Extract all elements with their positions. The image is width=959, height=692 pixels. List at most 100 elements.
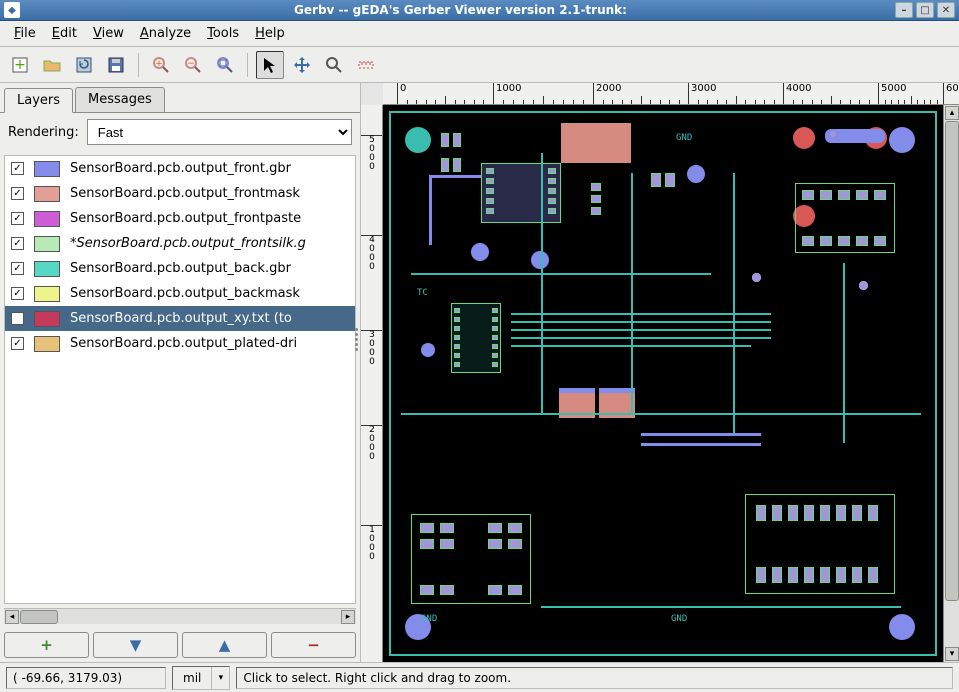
ruler-horizontal: 01000200030004000500060 xyxy=(383,83,959,105)
layer-color-swatch[interactable] xyxy=(34,211,60,227)
layer-color-swatch[interactable] xyxy=(34,261,60,277)
ruler-tick: 0 xyxy=(397,83,406,104)
panel-tabs: Layers Messages xyxy=(0,83,360,113)
window-title: Gerbv -- gEDA's Gerber Viewer version 2.… xyxy=(26,3,895,17)
scroll-right-icon[interactable]: ▸ xyxy=(341,610,355,624)
ruler-tick: 3000 xyxy=(361,330,382,367)
layerlist-hscroll[interactable]: ◂ ▸ xyxy=(4,608,356,624)
layer-visibility-checkbox[interactable] xyxy=(11,312,24,325)
toolbar: + + − xyxy=(0,47,959,83)
rendering-select[interactable]: Fast xyxy=(87,119,352,145)
layer-visibility-checkbox[interactable]: ✓ xyxy=(11,262,24,275)
layer-color-swatch[interactable] xyxy=(34,236,60,252)
zoom-fit-button[interactable] xyxy=(211,51,239,79)
ruler-tick: 5000 xyxy=(878,83,906,104)
ruler-tick: 4000 xyxy=(783,83,811,104)
unit-dropdown-icon[interactable]: ▾ xyxy=(211,667,229,689)
app-icon: ◆ xyxy=(4,2,20,18)
menu-analyze[interactable]: Analyze xyxy=(132,23,199,44)
layer-name: SensorBoard.pcb.output_front.gbr xyxy=(70,161,291,176)
add-layer-button[interactable]: + xyxy=(4,632,89,658)
unit-label: mil xyxy=(173,671,211,685)
menu-edit[interactable]: Edit xyxy=(44,23,85,44)
layer-name: SensorBoard.pcb.output_frontpaste xyxy=(70,211,301,226)
remove-layer-button[interactable]: − xyxy=(271,632,356,658)
ruler-tick: 4000 xyxy=(361,235,382,272)
canvas-vscroll[interactable]: ▴ ▾ xyxy=(943,105,959,662)
tab-layers[interactable]: Layers xyxy=(4,88,73,113)
open-button[interactable] xyxy=(38,51,66,79)
unit-selector[interactable]: mil ▾ xyxy=(172,666,230,690)
layer-row[interactable]: ✓ SensorBoard.pcb.output_back.gbr xyxy=(5,256,355,281)
maximize-button[interactable]: □ xyxy=(916,2,934,18)
scroll-up-icon[interactable]: ▴ xyxy=(945,106,959,120)
layer-row[interactable]: ✓ SensorBoard.pcb.output_plated-dri xyxy=(5,331,355,356)
layer-row[interactable]: ✓ SensorBoard.pcb.output_front.gbr xyxy=(5,156,355,181)
scroll-thumb[interactable] xyxy=(945,121,959,601)
layer-name: SensorBoard.pcb.output_backmask xyxy=(70,286,300,301)
layer-color-swatch[interactable] xyxy=(34,311,60,327)
move-layer-up-button[interactable]: ▲ xyxy=(182,632,267,658)
layer-visibility-checkbox[interactable]: ✓ xyxy=(11,337,24,350)
ruler-tick: 2000 xyxy=(361,425,382,462)
layer-color-swatch[interactable] xyxy=(34,161,60,177)
ruler-tick: 60 xyxy=(943,83,959,104)
status-hint: Click to select. Right click and drag to… xyxy=(236,667,953,689)
zoom-out-button[interactable]: − xyxy=(179,51,207,79)
ruler-tick: 1000 xyxy=(493,83,521,104)
ruler-tick: 1000 xyxy=(361,525,382,562)
layer-visibility-checkbox[interactable]: ✓ xyxy=(11,212,24,225)
status-bar: ( -69.66, 3179.03) mil ▾ Click to select… xyxy=(0,662,959,692)
layer-visibility-checkbox[interactable]: ✓ xyxy=(11,162,24,175)
pointer-tool-button[interactable] xyxy=(256,51,284,79)
pcb-canvas[interactable]: GND GND GND TC xyxy=(383,105,943,662)
layer-color-swatch[interactable] xyxy=(34,336,60,352)
layer-list[interactable]: ✓ SensorBoard.pcb.output_front.gbr ✓ Sensor… xyxy=(4,155,356,604)
silk-gnd: GND xyxy=(671,614,687,624)
layer-row[interactable]: ✓ SensorBoard.pcb.output_backmask xyxy=(5,281,355,306)
scroll-thumb[interactable] xyxy=(20,610,58,624)
zoom-in-button[interactable]: + xyxy=(147,51,175,79)
menu-file[interactable]: File xyxy=(6,23,44,44)
tab-messages[interactable]: Messages xyxy=(75,87,165,112)
toolbar-separator xyxy=(138,53,139,77)
ruler-vertical: 5000 4000 3000 2000 1000 xyxy=(361,105,383,662)
layer-name: SensorBoard.pcb.output_back.gbr xyxy=(70,261,291,276)
layer-color-swatch[interactable] xyxy=(34,286,60,302)
toolbar-separator xyxy=(247,53,248,77)
layer-row[interactable]: ✓*SensorBoard.pcb.output_frontsilk.g xyxy=(5,231,355,256)
close-button[interactable]: ✕ xyxy=(937,2,955,18)
layer-name: SensorBoard.pcb.output_xy.txt (to xyxy=(70,311,292,326)
menu-help[interactable]: Help xyxy=(247,23,293,44)
save-button[interactable] xyxy=(102,51,130,79)
layer-name: SensorBoard.pcb.output_plated-dri xyxy=(70,336,297,351)
layer-visibility-checkbox[interactable]: ✓ xyxy=(11,187,24,200)
layer-visibility-checkbox[interactable]: ✓ xyxy=(11,287,24,300)
svg-text:+: + xyxy=(155,59,163,69)
menu-bar: File Edit View Analyze Tools Help xyxy=(0,21,959,47)
menu-view[interactable]: View xyxy=(85,23,132,44)
layer-row[interactable]: ✓ SensorBoard.pcb.output_frontpaste xyxy=(5,206,355,231)
pan-tool-button[interactable] xyxy=(288,51,316,79)
layer-color-swatch[interactable] xyxy=(34,186,60,202)
reload-button[interactable] xyxy=(70,51,98,79)
ruler-tick: 5000 xyxy=(361,135,382,172)
svg-text:−: − xyxy=(187,59,195,69)
minimize-button[interactable]: – xyxy=(895,2,913,18)
main-area: Layers Messages Rendering: Fast ✓ SensorB… xyxy=(0,83,959,662)
scroll-down-icon[interactable]: ▾ xyxy=(945,647,959,661)
measure-tool-button[interactable] xyxy=(352,51,380,79)
scroll-left-icon[interactable]: ◂ xyxy=(5,610,19,624)
title-bar: ◆ Gerbv -- gEDA's Gerber Viewer version … xyxy=(0,0,959,21)
menu-tools[interactable]: Tools xyxy=(199,23,247,44)
ruler-tick: 3000 xyxy=(688,83,716,104)
zoom-tool-button[interactable] xyxy=(320,51,348,79)
layer-row[interactable]: ✓ SensorBoard.pcb.output_frontmask xyxy=(5,181,355,206)
layer-visibility-checkbox[interactable]: ✓ xyxy=(11,237,24,250)
layer-name: SensorBoard.pcb.output_frontmask xyxy=(70,186,300,201)
move-layer-down-button[interactable]: ▼ xyxy=(93,632,178,658)
silk-gnd: GND xyxy=(421,614,437,624)
layer-row[interactable]: SensorBoard.pcb.output_xy.txt (to xyxy=(5,306,355,331)
rendering-label: Rendering: xyxy=(8,125,79,140)
new-layer-button[interactable]: + xyxy=(6,51,34,79)
